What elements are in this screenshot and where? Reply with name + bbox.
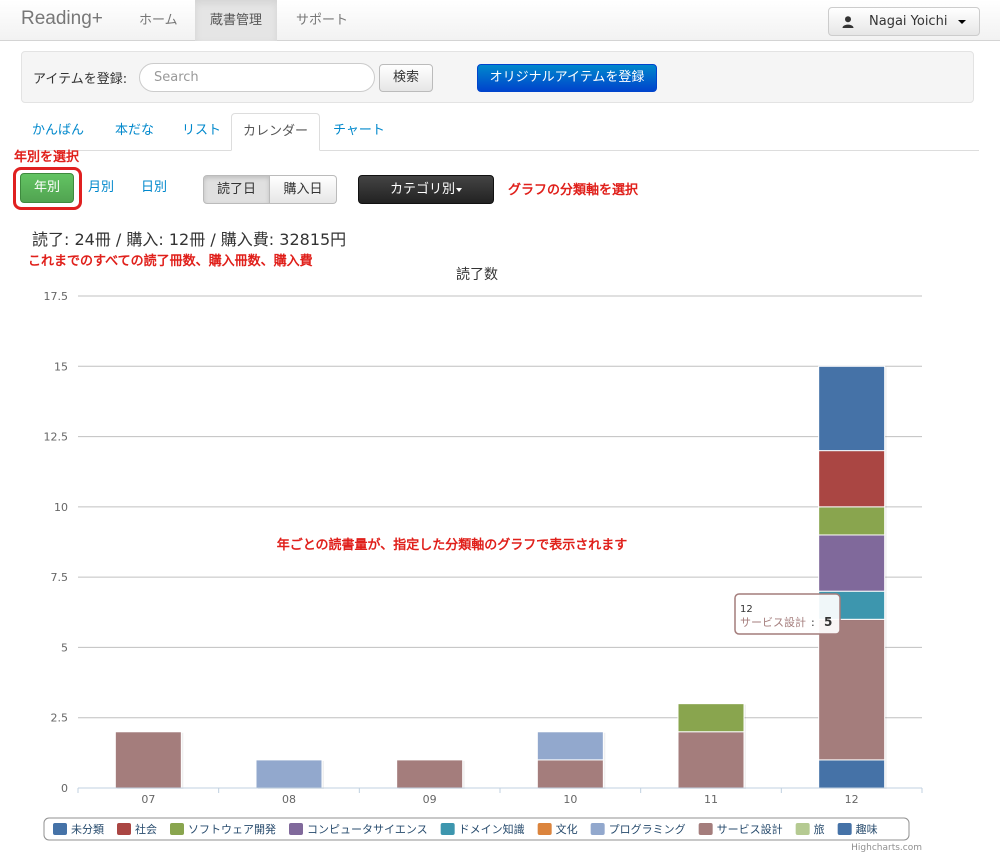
x-tick-label: 10 [563, 793, 577, 806]
search-input[interactable] [139, 63, 375, 92]
user-menu-button[interactable]: Nagai Yoichi [828, 7, 980, 36]
legend-swatch[interactable] [117, 823, 131, 835]
reading-chart: 0 2.5 5 7.5 10 12.5 15 17.5 07 08 09 10 11 12 読了数 年ご… [43, 266, 923, 853]
brand-logo[interactable]: Reading+ [21, 8, 103, 30]
legend-item[interactable]: 未分類 [71, 823, 104, 836]
y-tick-label: 15 [54, 360, 68, 373]
annotation-select-axis: グラフの分類軸を選択 [508, 183, 639, 198]
bar-segment[interactable] [536, 731, 604, 761]
bar-segment[interactable] [396, 759, 464, 789]
legend-item[interactable]: 趣味 [856, 822, 878, 836]
legend-swatch[interactable] [795, 823, 810, 835]
y-tick-label: 2.5 [51, 712, 69, 725]
date-bought-button[interactable]: 購入日 [270, 175, 337, 204]
legend-swatch[interactable] [53, 823, 67, 835]
chart-credit[interactable]: Highcharts.com [851, 843, 922, 853]
bar-segment[interactable] [255, 759, 323, 789]
tooltip-series: サービス設計 [740, 615, 806, 629]
bar-segment[interactable] [677, 731, 745, 789]
bar-segment[interactable] [818, 365, 886, 452]
nav-home[interactable]: ホーム [124, 0, 193, 41]
legend-item[interactable]: 旅 [814, 822, 825, 836]
legend-item[interactable]: 社会 [135, 822, 157, 836]
search-button[interactable]: 検索 [379, 64, 433, 92]
date-read-button[interactable]: 読了日 [203, 175, 270, 204]
tooltip-value: 5 [824, 615, 832, 629]
nav-support[interactable]: サポート [281, 0, 363, 41]
navbar: Reading+ ホーム 蔵書管理 サポート Nagai Yoichi [0, 0, 1000, 41]
legend-item[interactable]: ソフトウェア開発 [188, 822, 276, 836]
period-day-button[interactable]: 日別 [141, 173, 167, 203]
bar-segment[interactable] [818, 506, 886, 536]
x-tick-label: 09 [423, 793, 437, 806]
tooltip-category: 12 [740, 604, 753, 615]
x-tick-label: 07 [141, 793, 155, 806]
bar-segment[interactable] [818, 450, 886, 508]
legend-item[interactable]: 文化 [556, 822, 578, 836]
nav-library[interactable]: 蔵書管理 [195, 0, 278, 41]
annotation-chart-note: 年ごとの読書量が、指定した分類軸のグラフで表示されます [277, 537, 628, 553]
bar-segment[interactable] [677, 703, 745, 733]
legend-swatch[interactable] [289, 823, 303, 835]
tooltip-colon: : [811, 616, 815, 629]
period-year-button[interactable]: 年別 [20, 173, 74, 203]
user-name: Nagai Yoichi [869, 14, 948, 29]
annotation-select-year: 年別を選択 [14, 150, 80, 165]
category-dropdown[interactable]: カテゴリ別 [358, 175, 494, 204]
reading-summary: 読了: 24冊 / 購入: 12冊 / 購入費: 32815円 [32, 230, 347, 249]
y-tick-label: 5 [61, 641, 68, 654]
register-label: アイテムを登録: [33, 72, 128, 87]
tab-list[interactable]: リスト [171, 113, 232, 151]
legend-item[interactable]: サービス設計 [717, 822, 783, 836]
legend-swatch[interactable] [170, 823, 184, 835]
legend-swatch[interactable] [440, 823, 455, 835]
y-tick-label: 0 [61, 782, 68, 795]
x-tick-label: 12 [845, 793, 859, 806]
bar-segment[interactable] [818, 759, 886, 789]
chart-tooltip: 12 サービス設計 : 5 [734, 593, 841, 635]
period-month-button[interactable]: 月別 [88, 173, 114, 203]
legend-item[interactable]: ドメイン知識 [459, 822, 525, 836]
caret-down-icon [958, 20, 966, 24]
bar-segment[interactable] [536, 759, 604, 789]
bar-segment[interactable] [818, 618, 886, 761]
user-icon [842, 16, 854, 28]
tab-chart[interactable]: チャート [322, 113, 396, 151]
legend-item[interactable]: プログラミング [609, 822, 686, 836]
caret-down-icon [456, 187, 462, 192]
x-tick-label: 11 [704, 793, 718, 806]
bar-segment[interactable] [818, 534, 886, 592]
y-tick-label: 17.5 [44, 290, 69, 303]
register-original-button[interactable]: オリジナルアイテムを登録 [477, 64, 657, 92]
y-tick-label: 7.5 [51, 571, 69, 584]
legend-swatch[interactable] [590, 823, 605, 835]
legend-swatch[interactable] [698, 823, 713, 835]
tab-calendar[interactable]: カレンダー [231, 113, 321, 151]
y-tick-label: 10 [54, 501, 68, 514]
bar-segment[interactable] [114, 731, 182, 789]
category-dropdown-label: カテゴリ別 [389, 182, 455, 197]
x-tick-label: 08 [282, 793, 296, 806]
chart-title: 読了数 [456, 266, 498, 283]
legend-swatch[interactable] [837, 823, 852, 835]
register-panel: アイテムを登録: 検索 オリジナルアイテムを登録 [21, 51, 974, 103]
legend-swatch[interactable] [537, 823, 552, 835]
y-tick-label: 12.5 [44, 431, 69, 444]
legend-item[interactable]: コンピュータサイエンス [307, 823, 428, 836]
tab-bookshelf[interactable]: 本だな [104, 113, 165, 151]
